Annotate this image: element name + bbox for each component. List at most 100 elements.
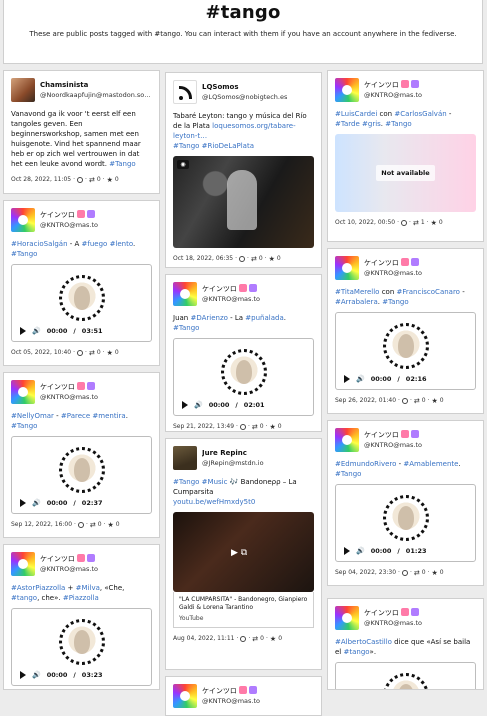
avatar[interactable]	[335, 256, 359, 280]
status-date[interactable]: Oct 10, 2022, 00:50	[335, 218, 395, 228]
status-card[interactable]: ケインツロ @KNTRO@mas.to #HoracioSalgán - A #…	[3, 200, 160, 366]
hashtag-link[interactable]: #Tango	[109, 160, 135, 168]
avatar[interactable]	[11, 208, 35, 232]
display-name[interactable]: LQSomos	[202, 82, 287, 92]
account-handle[interactable]: @KNTRO@mas.to	[364, 440, 422, 450]
play-icon[interactable]	[20, 671, 26, 679]
audio-player[interactable]: 🔊 00:00 / 03:51	[11, 264, 152, 342]
boost-icon[interactable]: ⇄	[414, 396, 420, 406]
status-card[interactable]: Chamsinista @Noordkaapfujin@mastodon.soc…	[3, 70, 160, 194]
hashtag-link[interactable]: #Amablemente	[403, 460, 458, 468]
display-name[interactable]: Jure Repinc	[202, 448, 264, 458]
avatar[interactable]	[173, 684, 197, 708]
audio-player[interactable]: 🔊 00:00 / 02:16	[335, 312, 476, 390]
account-handle[interactable]: @KNTRO@mas.to	[364, 618, 422, 628]
boost-icon[interactable]: ⇄	[90, 520, 96, 530]
hashtag-link[interactable]: #Tango	[335, 470, 361, 478]
account-handle[interactable]: @LQSomos@nobigtech.es	[202, 92, 287, 102]
boost-icon[interactable]: ⇄	[89, 175, 95, 185]
status-author[interactable]: ケインツロ @KNTRO@mas.to	[11, 379, 152, 405]
display-name[interactable]: ケインツロ	[364, 608, 422, 618]
display-name[interactable]: ケインツロ	[202, 686, 260, 696]
hashtag-link[interactable]: #Piazzolla	[63, 594, 99, 602]
hashtag-link[interactable]: #AlbertoCastillo	[335, 638, 392, 646]
favourite-icon[interactable]: ★	[432, 396, 438, 406]
volume-icon[interactable]: 🔊	[32, 670, 41, 680]
display-name[interactable]: ケインツロ	[202, 284, 260, 294]
audio-player[interactable]	[335, 662, 476, 689]
audio-player[interactable]: 🔊 00:00 / 02:01	[173, 338, 314, 416]
status-author[interactable]: LQSomos @LQSomos@nobigtech.es	[173, 79, 314, 105]
avatar[interactable]	[173, 80, 197, 104]
status-card[interactable]: ケインツロ @KNTRO@mas.to #NellyOmar - #Parece…	[3, 372, 160, 538]
hashtag-link[interactable]: #Tango	[11, 250, 37, 258]
hashtag-link[interactable]: #AstorPiazzolla	[11, 584, 65, 592]
hashtag-link[interactable]: #Tarde	[335, 120, 360, 128]
favourite-icon[interactable]: ★	[270, 422, 276, 431]
media-unavailable[interactable]: Not available	[335, 134, 476, 212]
hashtag-link[interactable]: #CarlosGalván	[394, 110, 446, 118]
hashtag-link[interactable]: #LuisCardei	[335, 110, 377, 118]
account-handle[interactable]: @Noordkaapfujin@mastodon.soc…	[40, 90, 152, 100]
play-icon[interactable]	[182, 401, 188, 409]
hashtag-link[interactable]: #Tango	[385, 120, 411, 128]
status-author[interactable]: ケインツロ @KNTRO@mas.to	[173, 281, 314, 307]
favourite-icon[interactable]: ★	[107, 348, 113, 358]
audio-player[interactable]: 🔊 00:00 / 03:23	[11, 608, 152, 686]
display-name[interactable]: ケインツロ	[40, 210, 98, 220]
status-author[interactable]: ケインツロ @KNTRO@mas.to	[173, 683, 314, 709]
status-author[interactable]: Jure Repinc @JRepin@mstdn.io	[173, 445, 314, 471]
account-handle[interactable]: @JRepin@mstdn.io	[202, 458, 264, 468]
favourite-icon[interactable]: ★	[107, 175, 113, 185]
hashtag-link[interactable]: #lento	[110, 240, 133, 248]
avatar[interactable]	[335, 78, 359, 102]
hashtag-link[interactable]: #puñalada	[245, 314, 283, 322]
status-author[interactable]: ケインツロ @KNTRO@mas.to	[11, 207, 152, 233]
favourite-icon[interactable]: ★	[108, 520, 114, 530]
status-author[interactable]: ケインツロ @KNTRO@mas.to	[11, 551, 152, 577]
favourite-icon[interactable]: ★	[270, 634, 276, 644]
boost-icon[interactable]: ⇄	[413, 218, 419, 228]
media-image[interactable]: ◉	[173, 156, 314, 248]
volume-icon[interactable]: 🔊	[32, 326, 41, 336]
hashtag-link[interactable]: #Milva	[76, 584, 100, 592]
status-card[interactable]: LQSomos @LQSomos@nobigtech.es Tabaré Ley…	[165, 72, 322, 268]
play-icon[interactable]	[20, 327, 26, 335]
favourite-icon[interactable]: ★	[432, 568, 438, 578]
status-author[interactable]: Chamsinista @Noordkaapfujin@mastodon.soc…	[11, 77, 152, 103]
account-handle[interactable]: @KNTRO@mas.to	[40, 564, 98, 574]
avatar[interactable]	[173, 446, 197, 470]
hashtag-link[interactable]: #FranciscoCanaro	[397, 288, 460, 296]
favourite-icon[interactable]: ★	[269, 254, 275, 264]
hashtag-link[interactable]: #RioDeLaPlata	[202, 142, 254, 150]
hashtag-link[interactable]: #Tango	[173, 324, 199, 332]
play-icon[interactable]	[344, 547, 350, 555]
account-handle[interactable]: @KNTRO@mas.to	[40, 392, 98, 402]
avatar[interactable]	[11, 78, 35, 102]
status-card[interactable]: ケインツロ @KNTRO@mas.to #LuisCardei con #Car…	[327, 70, 484, 242]
status-date[interactable]: Sep 04, 2022, 23:30	[335, 568, 396, 578]
status-card[interactable]: ケインツロ @KNTRO@mas.to #EdmundoRivero - #Am…	[327, 420, 484, 586]
avatar[interactable]	[335, 606, 359, 630]
account-handle[interactable]: @KNTRO@mas.to	[202, 696, 260, 706]
audio-player[interactable]: 🔊 00:00 / 02:37	[11, 436, 152, 514]
status-date[interactable]: Sep 21, 2022, 13:49	[173, 422, 234, 431]
status-card[interactable]: Jure Repinc @JRepin@mstdn.io #Tango #Mus…	[165, 438, 322, 670]
video-preview[interactable]: ▶ ⧉	[173, 512, 314, 592]
status-date[interactable]: Sep 26, 2022, 01:40	[335, 396, 396, 406]
hashtag-link[interactable]: #HoracioSalgán	[11, 240, 68, 248]
status-author[interactable]: ケインツロ @KNTRO@mas.to	[335, 605, 476, 631]
hide-media-icon[interactable]: ◉	[177, 160, 189, 169]
status-author[interactable]: ケインツロ @KNTRO@mas.to	[335, 427, 476, 453]
status-date[interactable]: Aug 04, 2022, 11:11	[173, 634, 234, 644]
account-handle[interactable]: @KNTRO@mas.to	[364, 268, 422, 278]
status-card[interactable]: ケインツロ @KNTRO@mas.to #AlbertoCastillo dic…	[327, 598, 484, 690]
boost-icon[interactable]: ⇄	[252, 634, 258, 644]
status-date[interactable]: Sep 12, 2022, 16:00	[11, 520, 72, 530]
hashtag-link[interactable]: #Arrabalera	[335, 298, 378, 306]
account-handle[interactable]: @KNTRO@mas.to	[364, 90, 422, 100]
boost-icon[interactable]: ⇄	[251, 254, 257, 264]
boost-icon[interactable]: ⇄	[89, 348, 95, 358]
hashtag-link[interactable]: #EdmundoRivero	[335, 460, 396, 468]
audio-player[interactable]: 🔊 00:00 / 01:23	[335, 484, 476, 562]
